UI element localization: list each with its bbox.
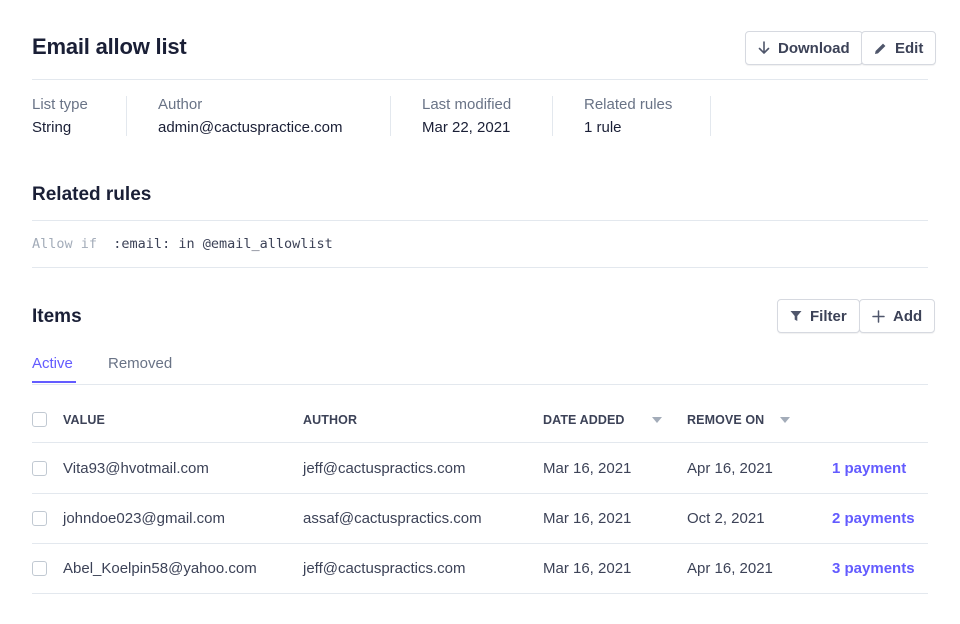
active-tab-indicator	[32, 381, 76, 383]
meta-author: Author admin@cactuspractice.com	[158, 96, 342, 136]
table-row[interactable]: johndoe023@gmail.com assaf@cactuspractic…	[32, 494, 928, 544]
meta-value: Mar 22, 2021	[422, 119, 511, 136]
row-divider	[32, 593, 928, 594]
pencil-icon	[874, 42, 887, 55]
meta-value: 1 rule	[584, 119, 622, 136]
meta-value: String	[32, 119, 72, 136]
cell-remove-on: Oct 2, 2021	[687, 510, 765, 527]
rule-code[interactable]: Allow if :email: in @email_allowlist	[32, 236, 333, 252]
meta-label: Related rules	[584, 96, 673, 113]
meta-label: Last modified	[422, 96, 512, 113]
payments-link[interactable]: 1 payment	[832, 444, 906, 494]
meta-list-type: List type String	[32, 96, 88, 136]
column-header-author[interactable]: AUTHOR	[303, 413, 357, 427]
table-row[interactable]: Vita93@hvotmail.com jeff@cactuspractics.…	[32, 444, 928, 494]
download-button[interactable]: Download	[745, 31, 863, 65]
plus-icon	[872, 309, 885, 323]
meta-label: List type	[32, 96, 88, 113]
cell-value: Vita93@hvotmail.com	[63, 460, 209, 477]
meta-separator	[126, 96, 127, 136]
row-checkbox[interactable]	[32, 511, 47, 526]
add-button[interactable]: Add	[859, 299, 936, 333]
rule-expression: :email: in @email_allowlist	[113, 236, 333, 252]
meta-label: Author	[158, 96, 203, 113]
filter-button[interactable]: Filter	[777, 299, 860, 333]
column-header-value[interactable]: VALUE	[63, 413, 105, 427]
row-checkbox[interactable]	[32, 461, 47, 476]
arrow-down-icon	[758, 41, 770, 55]
cell-value: Abel_Koelpin58@yahoo.com	[63, 560, 257, 577]
cell-remove-on: Apr 16, 2021	[687, 560, 773, 577]
column-header-date-added[interactable]: DATE ADDED	[543, 413, 625, 427]
filter-button-label: Filter	[810, 307, 847, 325]
meta-separator	[552, 96, 553, 136]
column-header-remove-on[interactable]: REMOVE ON	[687, 413, 764, 427]
cell-date-added: Mar 16, 2021	[543, 510, 632, 527]
tabs-divider	[32, 384, 928, 385]
cell-value: johndoe023@gmail.com	[63, 510, 225, 527]
cell-date-added: Mar 16, 2021	[543, 560, 632, 577]
tab-active[interactable]: Active	[32, 355, 73, 372]
header-divider	[32, 79, 928, 80]
cell-date-added: Mar 16, 2021	[543, 460, 632, 477]
related-rules-divider-bottom	[32, 267, 928, 268]
select-all-checkbox[interactable]	[32, 412, 47, 427]
edit-button[interactable]: Edit	[861, 31, 937, 65]
meta-value: admin@cactuspractice.com	[158, 119, 343, 136]
related-rules-divider-top	[32, 220, 928, 221]
sort-caret-icon[interactable]	[652, 417, 662, 423]
items-heading: Items	[32, 306, 82, 327]
meta-separator	[710, 96, 711, 136]
tab-removed[interactable]: Removed	[108, 355, 172, 372]
edit-button-label: Edit	[895, 39, 924, 57]
cell-author: assaf@cactuspractics.com	[303, 510, 482, 527]
table-header-divider	[32, 442, 928, 443]
sort-caret-icon[interactable]	[780, 417, 790, 423]
cell-remove-on: Apr 16, 2021	[687, 460, 773, 477]
download-button-label: Download	[778, 39, 850, 57]
related-rules-heading: Related rules	[32, 184, 152, 205]
payments-link[interactable]: 2 payments	[832, 494, 915, 544]
rule-keyword: Allow if	[32, 236, 98, 252]
cell-author: jeff@cactuspractics.com	[303, 460, 466, 477]
table-row[interactable]: Abel_Koelpin58@yahoo.com jeff@cactusprac…	[32, 544, 928, 594]
meta-separator	[390, 96, 391, 136]
filter-icon	[790, 310, 802, 322]
row-checkbox[interactable]	[32, 561, 47, 576]
payments-link[interactable]: 3 payments	[832, 544, 915, 594]
meta-last-modified: Last modified Mar 22, 2021	[422, 96, 511, 136]
page-title: Email allow list	[32, 34, 187, 59]
cell-author: jeff@cactuspractics.com	[303, 560, 466, 577]
meta-related-rules: Related rules 1 rule	[584, 96, 672, 136]
add-button-label: Add	[893, 307, 923, 325]
